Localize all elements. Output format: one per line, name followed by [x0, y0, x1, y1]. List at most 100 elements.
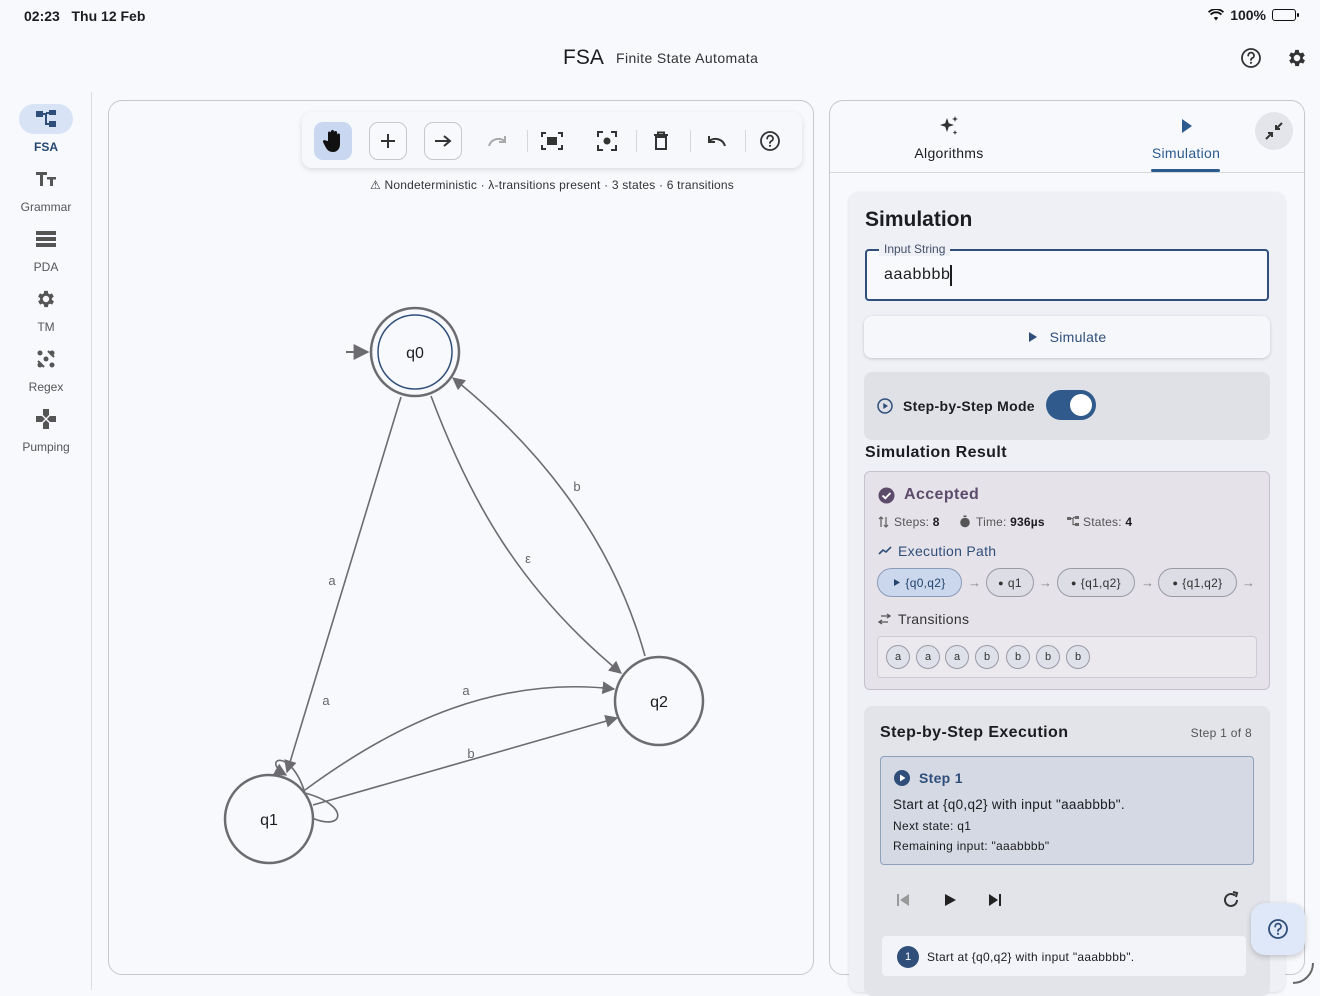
step-description: Start at {q0,q2} with input "aaabbbb". [893, 797, 1125, 812]
arrow-right-icon: → [1242, 575, 1255, 590]
transition-label: ε [525, 551, 531, 566]
play-circle-icon [877, 398, 893, 414]
transition-label: a [462, 683, 470, 698]
transition-chip: b [1006, 645, 1030, 669]
result-status: Accepted [904, 486, 980, 503]
refresh-icon[interactable] [1219, 888, 1243, 912]
pan-hand-icon[interactable] [314, 122, 352, 160]
step-counter: Step 1 of 8 [1190, 726, 1252, 740]
play-icon[interactable] [938, 888, 962, 912]
step-mode-label: Step-by-Step Mode [903, 398, 1035, 414]
transition-q0-q1[interactable] [284, 396, 402, 774]
state-q1[interactable]: q1 [223, 773, 315, 865]
resize-handle-icon[interactable] [1290, 960, 1316, 986]
help-fab[interactable] [1251, 903, 1305, 955]
path-state: {q0,q2} [905, 575, 946, 590]
account-tree-icon [1067, 516, 1079, 526]
swap-icon [878, 613, 891, 625]
path-state: {q1,q2} [1080, 575, 1121, 590]
toolbar-divider [690, 130, 691, 152]
help-icon [1268, 919, 1288, 939]
simulate-label: Simulate [1049, 329, 1107, 345]
tabs-divider [830, 172, 1304, 173]
transition-q1-q2-b[interactable] [312, 715, 619, 806]
add-state-icon[interactable] [369, 122, 407, 160]
skip-previous-icon[interactable] [891, 888, 915, 912]
path-chip: ● q1 [986, 568, 1034, 597]
canvas-toolbar [302, 112, 802, 168]
state-q0[interactable]: q0 [369, 306, 461, 398]
step-mode-toggle[interactable] [1046, 390, 1096, 420]
step-execution-title: Step-by-Step Execution [880, 724, 1069, 741]
redo-icon[interactable] [479, 122, 517, 160]
play-icon [894, 579, 901, 586]
center-focus-icon[interactable] [588, 122, 626, 160]
simulation-heading: Simulation [865, 208, 973, 231]
transition-chip: b [1066, 645, 1090, 669]
path-chip: ● {q1,q2} [1057, 568, 1135, 597]
steps-icon [878, 516, 889, 528]
states-meta: States: 4 [1083, 515, 1133, 529]
undo-icon[interactable] [697, 122, 735, 160]
transitions-label: Transitions [898, 611, 970, 627]
timer-icon [960, 515, 970, 528]
simulate-button[interactable]: Simulate [864, 316, 1270, 358]
state-q2[interactable]: q2 [613, 655, 705, 747]
time-meta: Time: 936µs [976, 515, 1045, 529]
automaton-info: ⚠ Nondeterministic · λ-transitions prese… [369, 178, 735, 192]
transition-label: b [573, 479, 580, 494]
input-string-label: Input String [879, 242, 951, 256]
path-chip: ● {q1,q2} [1158, 568, 1237, 597]
transition-chip: b [1036, 645, 1060, 669]
arrow-right-icon: → [1039, 575, 1052, 590]
transition-chip: a [945, 645, 969, 669]
path-chip: {q0,q2} [877, 568, 962, 597]
transition-chip: a [886, 645, 910, 669]
arrow-right-icon: → [968, 575, 981, 590]
steps-meta: Steps: 8 [894, 515, 940, 529]
dot-icon: ● [1172, 577, 1179, 588]
transition-label: b [467, 746, 474, 761]
path-state: {q1,q2} [1182, 575, 1223, 590]
result-title: Simulation Result [865, 444, 1007, 461]
help-icon[interactable] [751, 122, 789, 160]
delete-icon[interactable] [642, 122, 680, 160]
state-label: q1 [260, 812, 278, 829]
play-circle-icon [894, 770, 910, 786]
transition-label: a [322, 693, 330, 708]
state-label: q2 [650, 694, 668, 711]
transition-q1-q2-a[interactable] [304, 681, 616, 791]
add-transition-icon[interactable] [424, 122, 462, 160]
step-next-state: Next state: q1 [893, 819, 972, 833]
step-history-text: Start at {q0,q2} with input "aaabbbb". [927, 950, 1135, 964]
tab-algorithms[interactable]: Algorithms [869, 115, 1029, 161]
play-icon [1028, 332, 1037, 342]
tab-label: Simulation [1151, 145, 1221, 161]
dot-icon: ● [1071, 577, 1077, 588]
skip-next-icon[interactable] [983, 888, 1007, 912]
transition-chip: a [916, 645, 940, 669]
transition-label: a [328, 573, 336, 588]
dot-icon: ● [998, 577, 1004, 588]
toolbar-divider [636, 130, 637, 152]
transition-chip: b [975, 645, 999, 669]
play-icon [1106, 115, 1266, 137]
fit-screen-icon[interactable] [533, 122, 571, 160]
toggle-knob [1070, 394, 1092, 416]
execution-path-label: Execution Path [898, 543, 997, 559]
tab-simulation[interactable]: Simulation [1106, 115, 1266, 161]
step-remaining-input: Remaining input: "aaabbbb" [893, 839, 1050, 853]
step-name: Step 1 [919, 770, 963, 786]
collapse-panel-icon[interactable] [1255, 112, 1293, 150]
step-history-number: 1 [897, 946, 919, 968]
step-mode-row: Step-by-Step Mode [864, 372, 1270, 440]
input-string-value[interactable]: aaabbbb [884, 266, 951, 284]
toolbar-divider [527, 130, 528, 152]
transition-q2-q0[interactable] [452, 377, 646, 657]
trending-icon [878, 546, 892, 555]
arrow-right-icon: → [1141, 575, 1154, 590]
toolbar-divider [745, 130, 746, 152]
tab-label: Algorithms [914, 145, 984, 161]
path-state: q1 [1007, 575, 1022, 590]
check-circle-icon [878, 487, 895, 504]
